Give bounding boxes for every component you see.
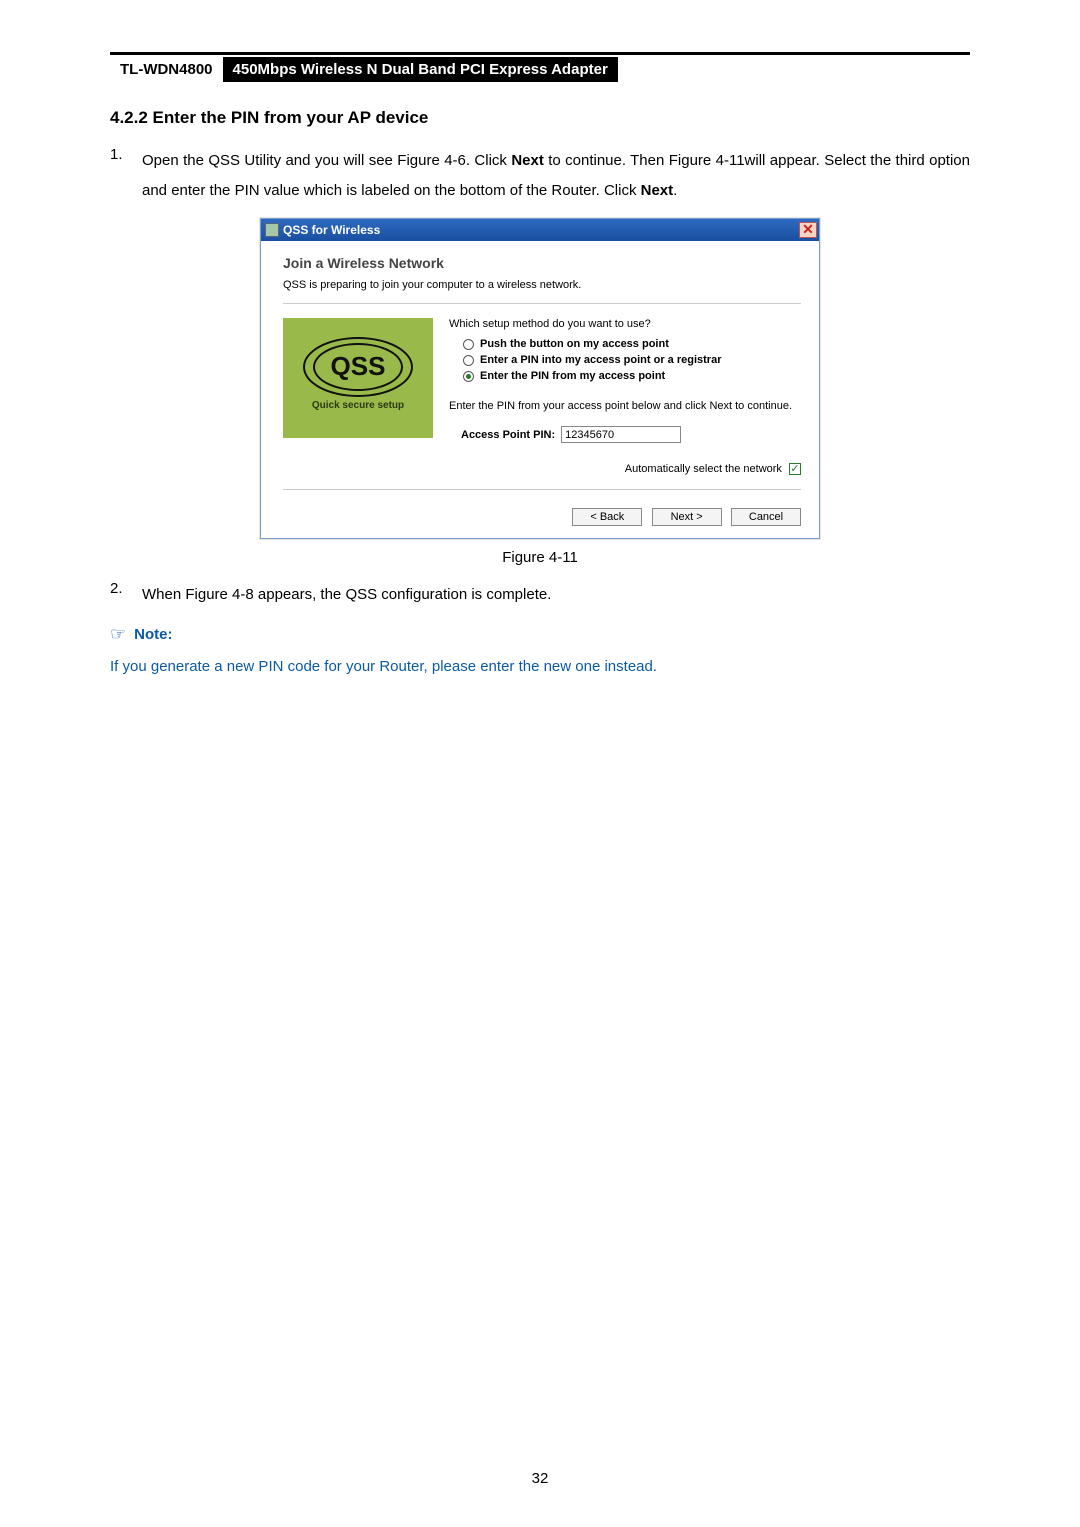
dialog-separator [283,489,801,490]
header-rule [110,52,970,55]
note-label: Note: [134,626,172,643]
step-1-number: 1. [110,146,142,206]
header-bar: TL-WDN4800 450Mbps Wireless N Dual Band … [110,57,970,82]
next-button[interactable]: Next > [652,508,722,526]
radio-option-1-label: Push the button on my access point [480,338,669,350]
radio-option-2-label: Enter a PIN into my access point or a re… [480,354,721,366]
radio-option-3[interactable]: Enter the PIN from my access point [463,370,801,382]
radio-option-1[interactable]: Push the button on my access point [463,338,801,350]
logo-column: QSS Quick secure setup [283,318,433,475]
note-header: ☞ Note: [110,624,970,645]
qss-dialog: QSS for Wireless ✕ Join a Wireless Netwo… [260,218,820,539]
auto-select-label: Automatically select the network [625,463,782,475]
header-model: TL-WDN4800 [110,57,223,82]
radio-icon [463,371,474,382]
qss-logo-text: QSS [323,345,394,388]
step-2: 2. When Figure 4-8 appears, the QSS conf… [110,580,970,610]
step1-text-a: Open the QSS Utility and you will see Fi… [142,152,511,169]
dialog-buttons: < Back Next > Cancel [283,508,801,526]
close-icon[interactable]: ✕ [799,222,817,238]
dialog-separator [283,303,801,304]
figure-caption: Figure 4-11 [110,549,970,566]
step1-text-e: . [673,182,677,199]
section-title: 4.2.2 Enter the PIN from your AP device [110,108,970,128]
radio-option-2[interactable]: Enter a PIN into my access point or a re… [463,354,801,366]
radio-option-3-label: Enter the PIN from my access point [480,370,665,382]
radio-icon [463,339,474,350]
step-1: 1. Open the QSS Utility and you will see… [110,146,970,206]
step-2-body: When Figure 4-8 appears, the QSS configu… [142,580,970,610]
page-number: 32 [0,1470,1080,1487]
dialog-title: QSS for Wireless [283,223,799,237]
note-body: If you generate a new PIN code for your … [110,655,970,679]
qss-logo: QSS Quick secure setup [283,318,433,438]
cancel-button[interactable]: Cancel [731,508,801,526]
step-2-number: 2. [110,580,142,610]
qss-logo-caption: Quick secure setup [312,400,404,411]
header-description: 450Mbps Wireless N Dual Band PCI Express… [223,57,618,82]
step1-bold-1: Next [511,152,544,169]
back-button[interactable]: < Back [572,508,642,526]
step1-bold-2: Next [641,182,674,199]
pin-input[interactable] [561,426,681,443]
pin-label: Access Point PIN: [461,429,555,441]
options-column: Which setup method do you want to use? P… [433,318,801,475]
app-icon [265,223,279,237]
dialog-subheading: QSS is preparing to join your computer t… [283,279,801,291]
auto-select-row[interactable]: Automatically select the network ✓ [449,463,801,475]
dialog-titlebar: QSS for Wireless ✕ [261,219,819,241]
step-1-body: Open the QSS Utility and you will see Fi… [142,146,970,206]
dialog-heading: Join a Wireless Network [283,255,801,271]
pointing-hand-icon: ☞ [110,624,126,645]
pin-hint: Enter the PIN from your access point bel… [449,400,801,412]
radio-icon [463,355,474,366]
checkbox-icon: ✓ [789,463,801,475]
setup-prompt: Which setup method do you want to use? [449,318,801,330]
